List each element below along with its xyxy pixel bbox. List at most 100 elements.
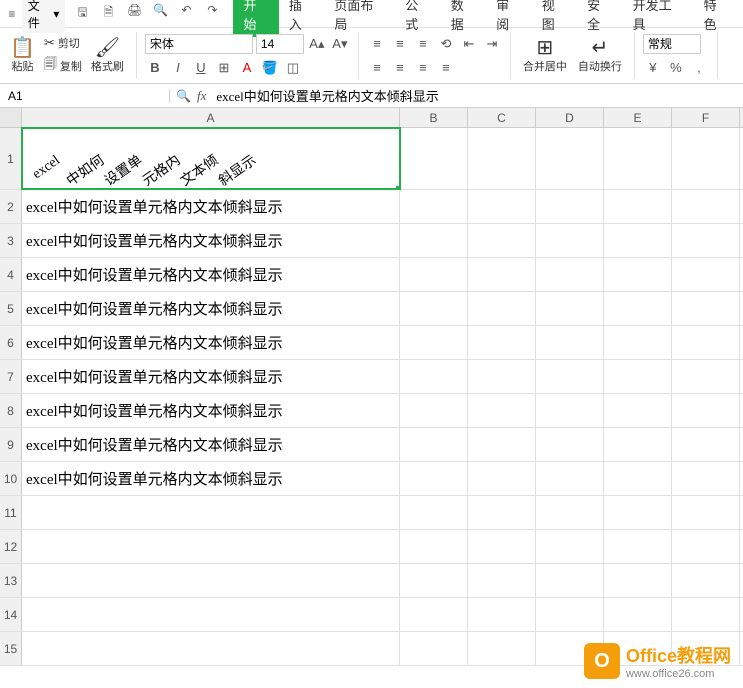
- cell[interactable]: [604, 394, 672, 427]
- cell[interactable]: [400, 564, 468, 597]
- cell[interactable]: [468, 326, 536, 359]
- merge-center-button[interactable]: ⊞ 合并居中: [519, 36, 571, 76]
- cell[interactable]: [22, 496, 400, 529]
- font-size-select[interactable]: [256, 34, 304, 54]
- cell[interactable]: [672, 128, 740, 189]
- cell[interactable]: [22, 598, 400, 631]
- cell[interactable]: excel中如何设置单元格内文本倾斜显示: [22, 394, 400, 427]
- row-header[interactable]: 4: [0, 258, 22, 291]
- cell[interactable]: [536, 530, 604, 563]
- cell[interactable]: excel中如何设置单元格内文本倾斜显示: [22, 292, 400, 325]
- fill-color-button[interactable]: 🪣: [260, 58, 280, 78]
- align-bottom-icon[interactable]: ≡: [413, 34, 433, 54]
- cell[interactable]: [536, 496, 604, 529]
- cell[interactable]: [400, 394, 468, 427]
- row-header[interactable]: 10: [0, 462, 22, 495]
- orientation-icon[interactable]: ⟲: [436, 34, 456, 54]
- cell[interactable]: [468, 394, 536, 427]
- align-top-icon[interactable]: ≡: [367, 34, 387, 54]
- cell[interactable]: [400, 326, 468, 359]
- cell[interactable]: [468, 564, 536, 597]
- cell[interactable]: [604, 224, 672, 257]
- cell[interactable]: [672, 598, 740, 631]
- row-header[interactable]: 6: [0, 326, 22, 359]
- cell[interactable]: [536, 428, 604, 461]
- col-header-a[interactable]: A: [22, 108, 400, 127]
- save-as-icon[interactable]: 🗎: [99, 3, 117, 24]
- cell[interactable]: [536, 394, 604, 427]
- cell[interactable]: [604, 292, 672, 325]
- col-header-f[interactable]: F: [672, 108, 740, 127]
- cell[interactable]: [468, 428, 536, 461]
- cell[interactable]: [468, 190, 536, 223]
- formula-input[interactable]: [212, 88, 743, 104]
- number-format-select[interactable]: [643, 34, 701, 54]
- cell[interactable]: excel中如何设置单元格内文本倾斜显示: [22, 428, 400, 461]
- italic-button[interactable]: I: [168, 58, 188, 78]
- cell[interactable]: [672, 462, 740, 495]
- cut-button[interactable]: ✂剪切: [42, 34, 84, 52]
- decrease-font-icon[interactable]: A▾: [330, 34, 350, 54]
- cell[interactable]: [468, 258, 536, 291]
- fx-label[interactable]: fx: [197, 88, 206, 104]
- row-header[interactable]: 15: [0, 632, 22, 665]
- undo-icon[interactable]: ↶: [177, 3, 195, 24]
- cell[interactable]: [400, 224, 468, 257]
- cell[interactable]: [468, 360, 536, 393]
- redo-icon[interactable]: ↷: [203, 3, 221, 24]
- cell[interactable]: [672, 360, 740, 393]
- col-header-e[interactable]: E: [604, 108, 672, 127]
- cell[interactable]: [400, 292, 468, 325]
- currency-icon[interactable]: ¥: [643, 58, 663, 78]
- cell[interactable]: [672, 190, 740, 223]
- bold-button[interactable]: B: [145, 58, 165, 78]
- cell[interactable]: [22, 564, 400, 597]
- cell[interactable]: [400, 598, 468, 631]
- align-right-icon[interactable]: ≡: [413, 58, 433, 78]
- indent-increase-icon[interactable]: ⇥: [482, 34, 502, 54]
- cell[interactable]: [536, 326, 604, 359]
- cell[interactable]: [536, 598, 604, 631]
- cell[interactable]: [400, 258, 468, 291]
- cell[interactable]: [604, 360, 672, 393]
- align-center-icon[interactable]: ≡: [390, 58, 410, 78]
- row-header[interactable]: 12: [0, 530, 22, 563]
- cell[interactable]: excel中如何设置单元格内文本倾斜显示: [22, 224, 400, 257]
- cell-a1[interactable]: excel 中如何 设置单 元格内 文本倾 斜显示: [22, 128, 400, 189]
- cell[interactable]: [468, 292, 536, 325]
- cell[interactable]: [468, 128, 536, 189]
- row-header[interactable]: 9: [0, 428, 22, 461]
- cell[interactable]: [672, 326, 740, 359]
- cell[interactable]: [672, 530, 740, 563]
- format-painter-button[interactable]: 🖌 格式刷: [87, 36, 128, 76]
- cell[interactable]: [604, 496, 672, 529]
- cell[interactable]: excel中如何设置单元格内文本倾斜显示: [22, 360, 400, 393]
- font-name-select[interactable]: [145, 34, 253, 54]
- cell[interactable]: [672, 292, 740, 325]
- cell-style-button[interactable]: ◫: [283, 58, 303, 78]
- print-icon[interactable]: 🖨: [125, 3, 143, 24]
- cell[interactable]: excel中如何设置单元格内文本倾斜显示: [22, 190, 400, 223]
- cell[interactable]: [536, 462, 604, 495]
- row-header[interactable]: 11: [0, 496, 22, 529]
- cell[interactable]: [400, 530, 468, 563]
- cell[interactable]: [22, 530, 400, 563]
- row-header[interactable]: 13: [0, 564, 22, 597]
- cell[interactable]: [536, 292, 604, 325]
- row-header[interactable]: 7: [0, 360, 22, 393]
- paste-button[interactable]: 📋 粘贴: [6, 36, 39, 76]
- indent-decrease-icon[interactable]: ⇤: [459, 34, 479, 54]
- cell[interactable]: [468, 598, 536, 631]
- cell[interactable]: [400, 128, 468, 189]
- select-all-corner[interactable]: [0, 108, 22, 127]
- col-header-d[interactable]: D: [536, 108, 604, 127]
- cell[interactable]: [672, 394, 740, 427]
- cell[interactable]: [604, 326, 672, 359]
- copy-button[interactable]: 🗐复制: [42, 54, 84, 78]
- col-header-c[interactable]: C: [468, 108, 536, 127]
- cell[interactable]: [536, 564, 604, 597]
- cell[interactable]: [672, 224, 740, 257]
- cell[interactable]: excel中如何设置单元格内文本倾斜显示: [22, 258, 400, 291]
- row-header[interactable]: 5: [0, 292, 22, 325]
- cell[interactable]: [536, 360, 604, 393]
